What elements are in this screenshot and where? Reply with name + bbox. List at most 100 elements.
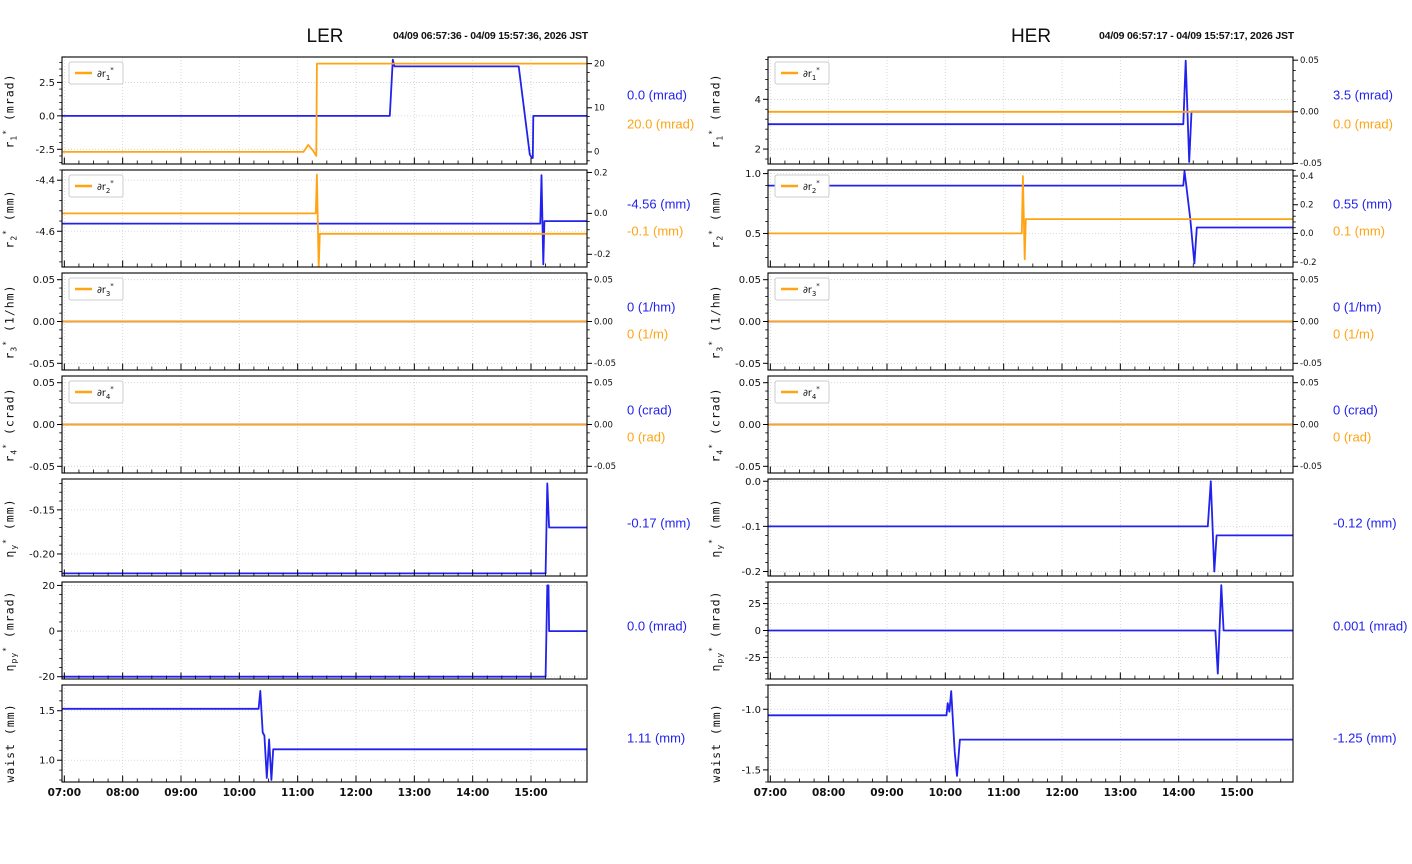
svg-text:-0.2: -0.2	[594, 250, 611, 260]
svg-text:-20: -20	[39, 672, 55, 682]
chart-her-r1: 420.050.00-0.05∂r1*	[755, 56, 1322, 167]
her-time-range: 04/09 06:57:17 - 04/09 15:57:17, 2026 JS…	[1099, 30, 1294, 42]
svg-text:0.05: 0.05	[739, 275, 761, 286]
svg-text:0.0: 0.0	[1300, 229, 1314, 239]
x-tick-label: 09:00	[164, 787, 197, 799]
svg-text:-0.2: -0.2	[1300, 258, 1317, 268]
svg-text:-0.05: -0.05	[594, 462, 616, 472]
svg-text:-25: -25	[745, 653, 761, 664]
panel-ler-waist: waist (mm) 1.5 1.0 07:00 08:00 09:00 10:00 11:0…	[0, 682, 706, 803]
value-readouts-her-etay: -0.12 (mm)	[1326, 476, 1412, 579]
svg-text:-0.05: -0.05	[1300, 359, 1322, 369]
panel-ler-etay: ηy* (mm) -0.15 -0.20 -0.17 (mm)	[0, 476, 706, 579]
current-value-blue: 3.5 (mrad)	[1333, 87, 1393, 103]
current-value-orange: 0 (rad)	[1333, 429, 1372, 445]
panel-ler-r2: r2* (mm) -4.4 -4.6 0.2 0.0 -0.2 ∂r2* -4.56 (mm)…	[0, 167, 706, 270]
svg-text:1.0: 1.0	[39, 756, 55, 767]
ler-header: LER 04/09 06:57:36 - 04/09 15:57:36, 2026…	[0, 26, 706, 54]
chart-ler-etapy: 20 0 -20	[39, 581, 588, 682]
x-tick-label: 11:00	[281, 787, 314, 799]
svg-text:25: 25	[748, 599, 761, 610]
panel-her-etay: ηy* (mm) 0.0 -0.1 -0.2 -0.12 (mm)	[706, 476, 1412, 579]
panel-ler-etapy: ηpy* (mrad) 20 0 -20 0.0 (mrad)	[0, 579, 706, 682]
svg-text:0.00: 0.00	[1300, 317, 1319, 327]
current-value-orange: 0 (1/m)	[627, 326, 669, 342]
svg-text:20: 20	[42, 581, 55, 592]
current-value-blue: 1.11 (mm)	[627, 730, 686, 746]
series-ler-r1-blue	[62, 58, 587, 159]
x-tick-label: 08:00	[812, 787, 845, 799]
value-readouts-ler-etay: -0.17 (mm)	[620, 476, 706, 579]
current-value-blue: -0.12 (mm)	[1333, 515, 1397, 531]
panel-her-r4: r4* (crad) 0.05 0.00 -0.05 0.05 0.00 -0.05 ∂r4*…	[706, 373, 1412, 476]
y-axis-label-etapy: ηpy* (mrad)	[1, 590, 19, 671]
panel-ler-r1: r1* (mrad) 2.5 0.0 -2.5 20 10 0 ∂r1* 0.0 (mrad) 2…	[0, 54, 706, 167]
current-value-blue: 0.001 (mrad)	[1333, 618, 1408, 634]
x-tick-label: 15:00	[514, 787, 547, 799]
svg-text:-0.20: -0.20	[29, 549, 55, 560]
svg-text:10: 10	[594, 104, 605, 114]
svg-text:4: 4	[755, 95, 761, 106]
svg-text:-0.05: -0.05	[735, 359, 761, 370]
svg-text:0.05: 0.05	[1300, 275, 1319, 285]
value-readouts-ler-r1: 0.0 (mrad) 20.0 (mrad)	[620, 54, 706, 167]
svg-text:20: 20	[594, 59, 605, 69]
chart-her-r4: 0.050.00-0.050.050.00-0.05∂r4*	[735, 375, 1322, 474]
current-value-blue: -0.17 (mm)	[627, 515, 691, 531]
x-tick-label: 14:00	[1162, 787, 1195, 799]
chart-her-r3: 0.050.00-0.050.050.00-0.05∂r3*	[735, 272, 1322, 371]
panel-her-waist: waist (mm) -1.0 -1.5 07:00 08:00 09:00 10:00 11…	[706, 682, 1412, 803]
value-readouts-ler-waist: 1.11 (mm)	[620, 682, 706, 803]
x-tick-label: 07:00	[48, 787, 81, 799]
ler-column: LER 04/09 06:57:36 - 04/09 15:57:36, 2026…	[0, 26, 706, 803]
y-axis-label-waist: waist (mm)	[709, 702, 723, 783]
svg-text:0.00: 0.00	[739, 420, 761, 431]
y-axis-label-r1: r1* (mrad)	[707, 72, 725, 149]
chart-her-etapy: 25 0 -25	[745, 581, 1294, 680]
chart-ler-r4: 0.050.00-0.050.050.00-0.05∂r4*	[29, 375, 616, 474]
series-ler-r2-orange	[62, 173, 587, 267]
svg-text:0.05: 0.05	[739, 378, 761, 389]
svg-text:0.05: 0.05	[1300, 56, 1319, 66]
svg-text:0.05: 0.05	[594, 275, 613, 285]
chart-ler-etay: -0.15 -0.20	[29, 478, 588, 577]
svg-text:0.05: 0.05	[33, 378, 55, 389]
svg-text:-0.05: -0.05	[29, 359, 55, 370]
svg-text:0.0: 0.0	[39, 111, 55, 122]
chart-ler-r3: 0.050.00-0.050.050.00-0.05∂r3*	[29, 272, 616, 371]
svg-text:0.00: 0.00	[594, 317, 613, 327]
value-readouts-ler-etapy: 0.0 (mrad)	[620, 579, 706, 682]
current-value-orange: 0 (rad)	[627, 429, 666, 445]
current-value-blue: 0 (1/hm)	[627, 299, 676, 315]
chart-her-etay: 0.0 -0.1 -0.2	[741, 477, 1294, 578]
panel-her-r2: r2* (mm) 1.0 0.5 0.4 0.2 0.0 -0.2 ∂r2* 0.55 (mm)…	[706, 167, 1412, 270]
current-value-blue: 0.0 (mrad)	[627, 618, 687, 634]
series-her-waist-blue	[768, 690, 1293, 777]
series-ler-waist-blue	[62, 689, 587, 781]
svg-text:-4.4: -4.4	[35, 176, 55, 187]
x-tick-label: 11:00	[987, 787, 1020, 799]
svg-text:-0.15: -0.15	[29, 505, 55, 516]
current-value-blue: -1.25 (mm)	[1333, 730, 1397, 746]
y-axis-label-etapy: ηpy* (mrad)	[707, 590, 725, 671]
svg-text:0.2: 0.2	[1300, 201, 1314, 211]
y-axis-label-r1: r1* (mrad)	[1, 72, 19, 149]
svg-text:0.0: 0.0	[594, 209, 608, 219]
svg-text:0.00: 0.00	[1300, 420, 1319, 430]
value-readouts-her-r1: 3.5 (mrad) 0.0 (mrad)	[1326, 54, 1412, 167]
x-tick-label: 13:00	[1104, 787, 1137, 799]
current-value-blue: 0.0 (mrad)	[627, 87, 687, 103]
current-value-blue: 0.55 (mm)	[1333, 196, 1393, 212]
x-tick-label: 09:00	[870, 787, 903, 799]
optics-monitor-window: LER 04/09 06:57:36 - 04/09 15:57:36, 2026…	[0, 0, 1412, 864]
her-title: HER	[1010, 26, 1052, 47]
series-her-etapy-blue	[768, 584, 1293, 675]
svg-text:0.00: 0.00	[594, 420, 613, 430]
panel-her-r1: r1* (mrad) 4 2 0.05 0.00 -0.05 ∂r1* 3.5 (mrad) 0…	[706, 54, 1412, 167]
svg-text:0: 0	[49, 627, 55, 638]
panel-ler-r3: r3* (1/hm) 0.05 0.00 -0.05 0.05 0.00 -0.05 ∂r3*…	[0, 270, 706, 373]
current-value-orange: 0.1 (mm)	[1333, 223, 1385, 239]
svg-text:-1.5: -1.5	[741, 765, 761, 776]
x-tick-label: 10:00	[929, 787, 962, 799]
x-tick-label: 13:00	[398, 787, 431, 799]
